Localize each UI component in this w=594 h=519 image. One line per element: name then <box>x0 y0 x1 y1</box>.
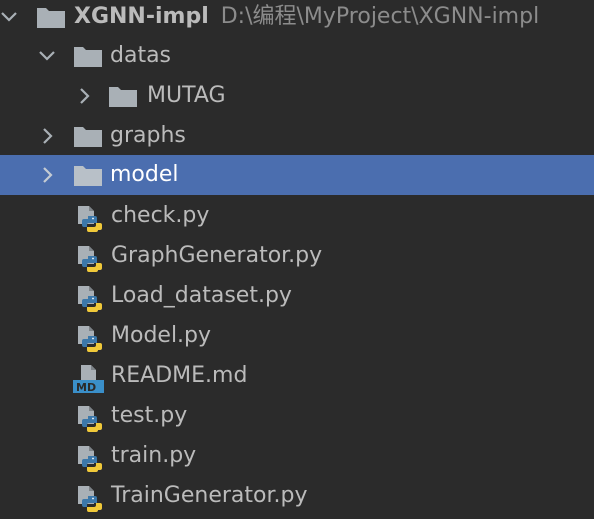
folder-icon <box>74 166 102 186</box>
tree-item-graphs[interactable]: graphs <box>0 116 594 156</box>
tree-item-datas[interactable]: datas <box>0 36 594 76</box>
chevron-right-icon[interactable] <box>38 127 56 145</box>
python-file-icon <box>78 486 102 512</box>
tree-item-label: Model.py <box>111 323 212 348</box>
tree-item-label: check.py <box>111 203 210 228</box>
tree-item-label: MUTAG <box>147 83 226 108</box>
tree-item-graphgenerator-py[interactable]: GraphGenerator.py <box>0 236 594 276</box>
tree-item-label: README.md <box>111 363 248 388</box>
tree-item-label: datas <box>110 43 172 68</box>
tree-item-mutag[interactable]: MUTAG <box>0 76 594 116</box>
folder-icon <box>37 8 65 28</box>
tree-item-load-dataset-py[interactable]: Load_dataset.py <box>0 276 594 316</box>
chevron-right-icon[interactable] <box>75 87 93 105</box>
python-file-icon <box>78 446 102 472</box>
svg-text:MD: MD <box>76 381 96 394</box>
tree-item-model-py[interactable]: Model.py <box>0 316 594 356</box>
tree-item-project-root[interactable]: XGNN-impl D:\编程\MyProject\XGNN-impl <box>0 0 594 37</box>
tree-item-traingenerator-py[interactable]: TrainGenerator.py <box>0 476 594 516</box>
tree-item-check-py[interactable]: check.py <box>0 196 594 236</box>
python-file-icon <box>78 406 102 432</box>
python-file-icon <box>78 286 102 312</box>
folder-icon <box>74 47 102 67</box>
project-tree: XGNN-impl D:\编程\MyProject\XGNN-impl datas… <box>0 0 594 519</box>
project-path-label: D:\编程\MyProject\XGNN-impl <box>220 4 540 29</box>
tree-item-label: TrainGenerator.py <box>111 483 308 508</box>
tree-item-test-py[interactable]: test.py <box>0 396 594 436</box>
tree-item-label: GraphGenerator.py <box>111 243 323 268</box>
folder-icon <box>74 127 102 147</box>
chevron-right-icon[interactable] <box>38 166 56 184</box>
markdown-file-icon: MD <box>73 365 104 394</box>
tree-item-label: train.py <box>111 443 197 468</box>
tree-item-model[interactable]: model <box>0 155 594 195</box>
tree-item-readme-md[interactable]: MD README.md <box>0 356 594 396</box>
chevron-down-icon[interactable] <box>38 47 56 65</box>
tree-item-train-py[interactable]: train.py <box>0 436 594 476</box>
chevron-down-icon[interactable] <box>0 8 18 26</box>
tree-item-label: graphs <box>110 123 186 148</box>
tree-item-label: model <box>110 162 179 187</box>
tree-item-label: test.py <box>111 403 188 428</box>
python-file-icon <box>78 246 102 272</box>
tree-item-label: Load_dataset.py <box>111 283 292 308</box>
project-name-label: XGNN-impl D:\编程\MyProject\XGNN-impl <box>74 4 540 29</box>
folder-icon <box>109 87 137 107</box>
python-file-icon <box>78 206 102 232</box>
python-file-icon <box>78 326 102 352</box>
